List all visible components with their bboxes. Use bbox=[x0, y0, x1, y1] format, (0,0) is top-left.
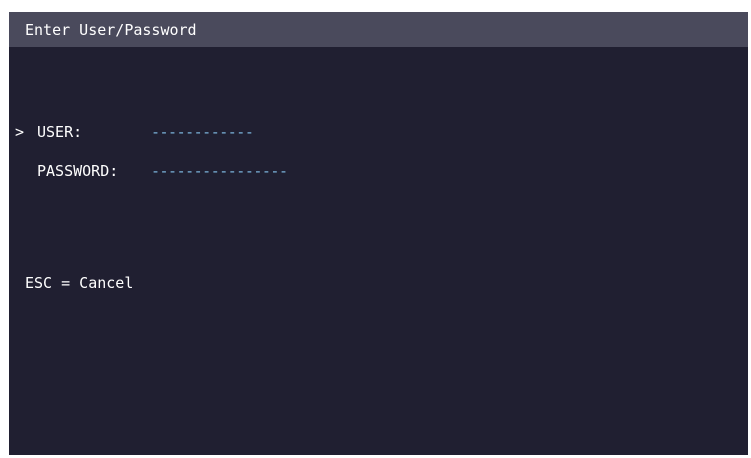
window-title: Enter User/Password bbox=[25, 21, 197, 39]
user-input[interactable]: ------------ bbox=[151, 123, 254, 141]
password-row[interactable]: PASSWORD: ---------------- bbox=[9, 162, 748, 182]
user-label: USER: bbox=[37, 123, 83, 141]
user-row[interactable]: > USER: ------------ bbox=[9, 123, 748, 143]
password-label: PASSWORD: bbox=[37, 162, 119, 180]
selection-cursor: > bbox=[15, 123, 25, 141]
cancel-hint: ESC = Cancel bbox=[25, 274, 134, 292]
password-input[interactable]: ---------------- bbox=[151, 162, 288, 180]
login-screen: Enter User/Password > USER: ------------… bbox=[9, 12, 748, 455]
title-bar: Enter User/Password bbox=[9, 12, 748, 47]
